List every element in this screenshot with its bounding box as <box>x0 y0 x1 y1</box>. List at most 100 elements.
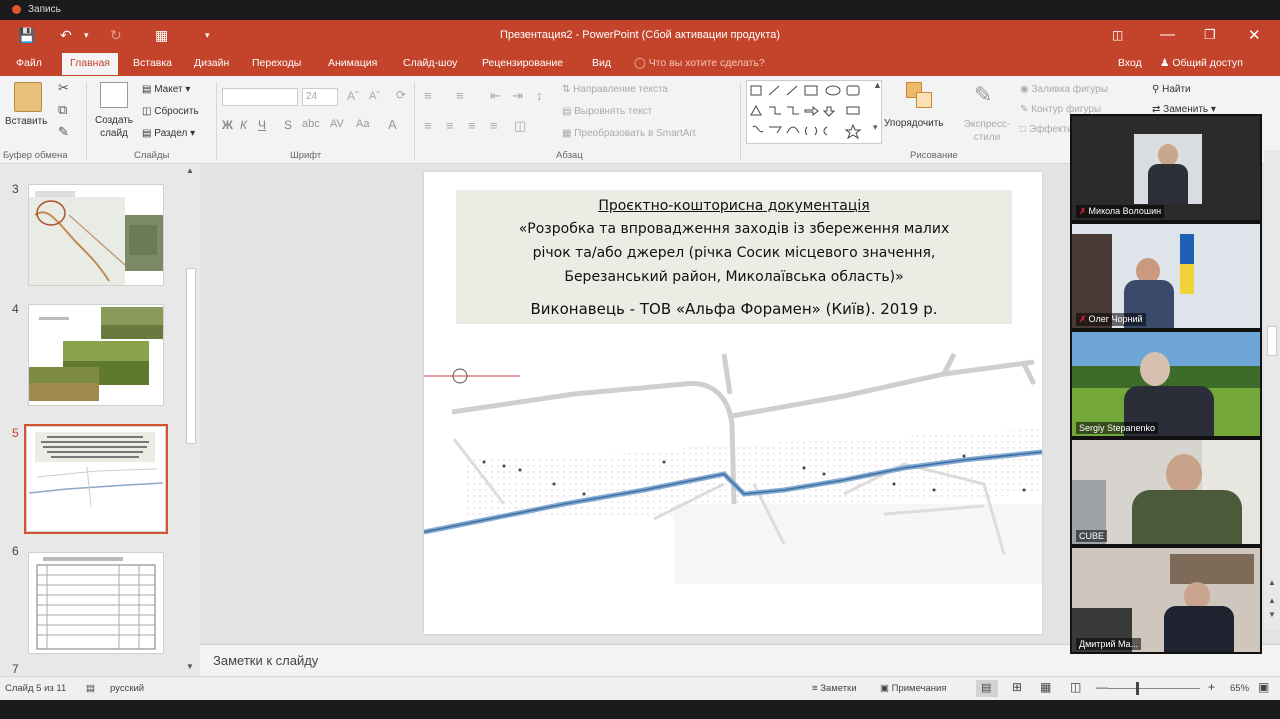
signin-link[interactable]: Вход <box>1118 57 1142 69</box>
font-size-input[interactable]: 24 <box>302 88 338 106</box>
minimize-icon[interactable]: — <box>1160 26 1175 43</box>
slide-sorter-icon[interactable]: ⊞ <box>1012 680 1022 694</box>
tell-me-box[interactable]: ◯ Что вы хотите сделать? <box>634 57 765 69</box>
reset-button[interactable]: ◫ Сбросить <box>142 106 199 117</box>
slide-scrollbar[interactable]: ▲ ▲ ▼ <box>1264 150 1280 630</box>
tab-design[interactable]: Дизайн <box>194 57 229 69</box>
section-button[interactable]: ▤ Раздел ▾ <box>142 128 195 139</box>
layout-button[interactable]: ▤ Макет ▾ <box>142 84 190 95</box>
layout-icon: ▤ <box>142 84 152 95</box>
tab-home[interactable]: Главная <box>62 53 118 75</box>
slide-thumbnail-3[interactable] <box>28 184 164 286</box>
share-button[interactable]: ♟ Общий доступ <box>1160 57 1243 69</box>
scrollbar-thumb[interactable] <box>1267 326 1277 356</box>
shadow-button[interactable]: S <box>284 118 292 132</box>
find-button[interactable]: ⚲ Найти <box>1152 84 1191 95</box>
zoom-slider[interactable] <box>1108 688 1200 689</box>
smartart-button[interactable]: ▦ Преобразовать в SmartArt <box>562 128 696 139</box>
participant-tile[interactable]: ✗ Олег Чорний <box>1072 224 1260 328</box>
scroll-up-icon[interactable]: ▲ <box>1268 578 1276 587</box>
next-slide-icon[interactable]: ▼ <box>1268 610 1276 619</box>
normal-view-button[interactable]: ▤ <box>976 680 998 697</box>
gallery-more-icon[interactable]: ▾ <box>873 122 878 133</box>
copy-icon[interactable]: ⧉ <box>58 102 67 118</box>
tab-animations[interactable]: Анимация <box>328 57 377 69</box>
shape-fill-button[interactable]: ◉ Заливка фигуры <box>1020 84 1108 95</box>
scrollbar-thumb[interactable] <box>186 268 196 444</box>
notes-placeholder[interactable]: Заметки к слайду <box>213 653 318 668</box>
paste-button[interactable]: Вставить <box>5 116 47 127</box>
align-center-icon[interactable]: ≡ <box>446 118 454 133</box>
participant-tile[interactable]: ✗ Микола Волошин <box>1072 116 1260 220</box>
char-spacing-icon[interactable]: AV <box>330 118 344 130</box>
scroll-up-icon[interactable]: ▲ <box>186 166 194 175</box>
zoom-slider-thumb[interactable] <box>1136 682 1139 695</box>
zoom-out-icon[interactable]: — <box>1096 680 1108 694</box>
align-text-button[interactable]: ▤ Выровнять текст <box>562 106 652 117</box>
restore-icon[interactable]: ❐ <box>1204 27 1216 43</box>
participant-tile[interactable]: Sergiy Stepanenko <box>1072 332 1260 436</box>
columns-icon[interactable]: ◫ <box>514 118 526 134</box>
zoom-in-icon[interactable]: + <box>1208 680 1215 694</box>
clear-format-icon[interactable]: ⟳ <box>396 88 406 102</box>
slide-thumbnail-5[interactable] <box>24 424 168 534</box>
ribbon-display-icon[interactable]: ◫ <box>1112 28 1123 42</box>
zoom-level[interactable]: 65% <box>1230 683 1249 694</box>
gallery-scroll-up-icon[interactable]: ▲ <box>873 80 882 90</box>
ribbon-tabs: Файл Главная Вставка Дизайн Переходы Ани… <box>0 52 1280 76</box>
shapes-gallery[interactable] <box>746 80 882 144</box>
tab-file[interactable]: Файл <box>16 57 42 69</box>
paste-icon[interactable] <box>14 82 42 112</box>
spellcheck-icon[interactable]: ▤ <box>86 683 95 694</box>
justify-icon[interactable]: ≡ <box>490 118 498 133</box>
bullets-icon[interactable]: ≡ <box>424 88 432 103</box>
taskbar-strip <box>0 700 1280 719</box>
notes-toggle[interactable]: ≡ Заметки <box>812 683 857 694</box>
quick-styles-button[interactable]: Экспресс-стили <box>960 118 1014 144</box>
slide-title-box[interactable]: Проєктно-кошторисна документація «Розроб… <box>456 190 1012 324</box>
tab-review[interactable]: Рецензирование <box>482 57 563 69</box>
language-indicator[interactable]: русский <box>110 683 144 694</box>
change-case-icon[interactable]: Aa <box>356 118 369 130</box>
comments-toggle[interactable]: ▣ Примечания <box>880 683 946 694</box>
align-left-icon[interactable]: ≡ <box>424 118 432 133</box>
slide-thumbnail-4[interactable] <box>28 304 164 406</box>
slideshow-view-icon[interactable]: ◫ <box>1070 680 1081 694</box>
increase-indent-icon[interactable]: ⇥ <box>512 88 523 104</box>
line-spacing-icon[interactable]: ↕ <box>536 88 543 103</box>
scroll-down-icon[interactable]: ▼ <box>186 662 194 671</box>
font-name-input[interactable] <box>222 88 298 106</box>
bold-button[interactable]: Ж <box>222 118 233 132</box>
underline-button[interactable]: Ч <box>258 118 266 132</box>
format-painter-icon[interactable]: ✎ <box>58 124 69 140</box>
thumbnails-scrollbar[interactable]: ▲ ▼ <box>183 164 199 676</box>
close-icon[interactable]: ✕ <box>1248 26 1261 44</box>
decrease-indent-icon[interactable]: ⇤ <box>490 88 501 104</box>
slide-thumbnail-6[interactable] <box>28 552 164 654</box>
arrange-button[interactable]: Упорядочить <box>884 118 944 129</box>
quick-styles-icon[interactable]: ✎ <box>974 82 992 108</box>
reading-view-icon[interactable]: ▦ <box>1040 680 1051 694</box>
cut-icon[interactable]: ✂ <box>58 80 69 96</box>
numbering-icon[interactable]: ≡ <box>456 88 464 103</box>
participant-tile[interactable]: CUBE <box>1072 440 1260 544</box>
participant-tile[interactable]: Дмитрий Ma... <box>1072 548 1260 652</box>
italic-button[interactable]: К <box>240 118 247 132</box>
new-slide-icon[interactable] <box>100 82 128 108</box>
find-label: Найти <box>1162 84 1191 95</box>
strikethrough-icon[interactable]: abc <box>302 118 320 130</box>
tab-transitions[interactable]: Переходы <box>252 57 301 69</box>
fit-slide-icon[interactable]: ▣ <box>1258 680 1269 694</box>
shape-effects-button[interactable]: □ Эффекты <box>1020 124 1074 135</box>
tab-insert[interactable]: Вставка <box>133 57 172 69</box>
prev-slide-icon[interactable]: ▲ <box>1268 596 1276 605</box>
tab-view[interactable]: Вид <box>592 57 611 69</box>
new-slide-button[interactable]: Создать слайд <box>92 114 136 140</box>
shrink-font-icon[interactable]: Aˇ <box>369 90 380 102</box>
text-direction-button[interactable]: ⇅ Направление текста <box>562 84 668 95</box>
tab-slideshow[interactable]: Слайд-шоу <box>403 57 457 69</box>
arrange-icon[interactable] <box>906 82 932 108</box>
align-right-icon[interactable]: ≡ <box>468 118 476 133</box>
grow-font-icon[interactable]: Aˆ <box>347 89 359 103</box>
font-color-icon[interactable]: A <box>388 117 397 132</box>
